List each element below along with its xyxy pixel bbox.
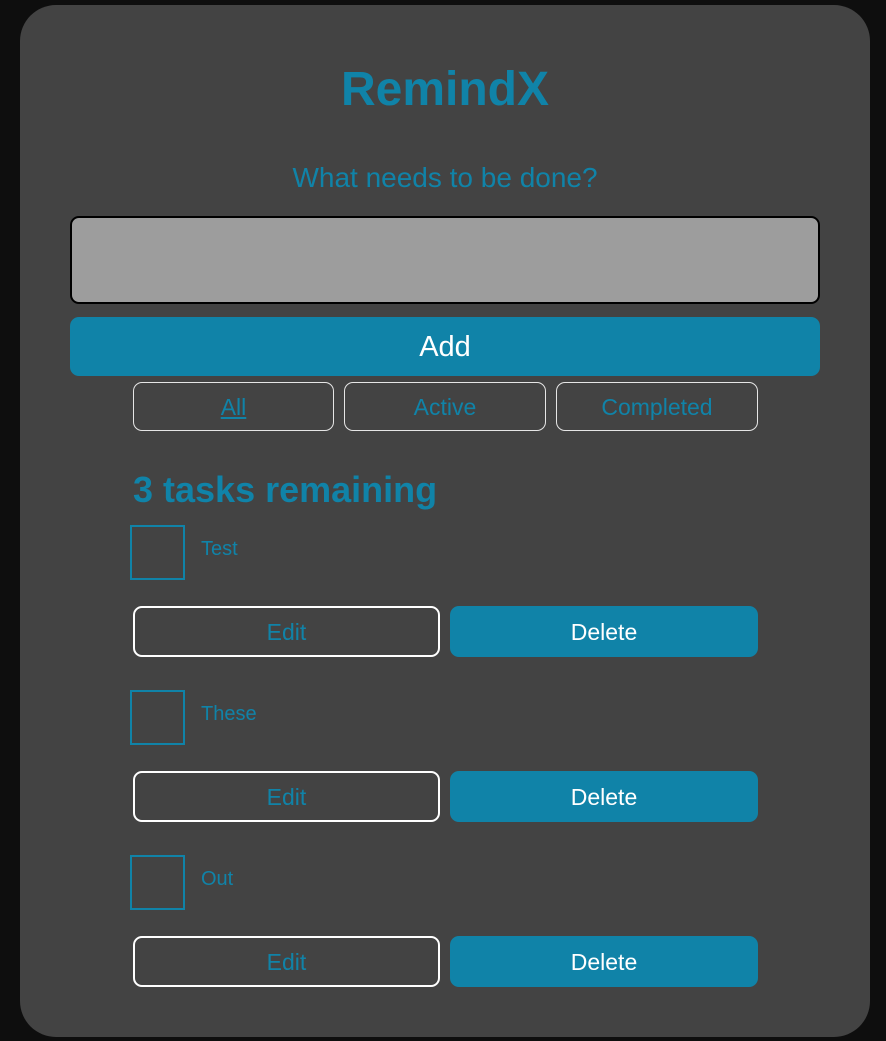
delete-task-button[interactable]: Delete <box>450 606 758 657</box>
delete-task-button[interactable]: Delete <box>450 771 758 822</box>
filter-completed-button[interactable]: Completed <box>556 382 758 431</box>
todo-card: RemindX What needs to be done? Add All A… <box>20 5 870 1037</box>
edit-task-button[interactable]: Edit <box>133 936 440 987</box>
task-label[interactable]: Out <box>201 867 233 891</box>
new-task-input[interactable] <box>70 216 820 304</box>
app-title: RemindX <box>340 63 550 116</box>
edit-task-button[interactable]: Edit <box>133 771 440 822</box>
task-checkbox[interactable] <box>130 690 185 745</box>
delete-task-button[interactable]: Delete <box>450 936 758 987</box>
task-label[interactable]: Test <box>201 537 238 561</box>
edit-task-button[interactable]: Edit <box>133 606 440 657</box>
filter-active-button[interactable]: Active <box>344 382 546 431</box>
add-button[interactable]: Add <box>70 317 820 376</box>
filter-all-button[interactable]: All <box>133 382 334 431</box>
tasks-remaining-heading: 3 tasks remaining <box>133 469 438 510</box>
new-task-prompt: What needs to be done? <box>292 162 598 193</box>
task-checkbox[interactable] <box>130 855 185 910</box>
task-label[interactable]: These <box>201 702 257 726</box>
task-checkbox[interactable] <box>130 525 185 580</box>
